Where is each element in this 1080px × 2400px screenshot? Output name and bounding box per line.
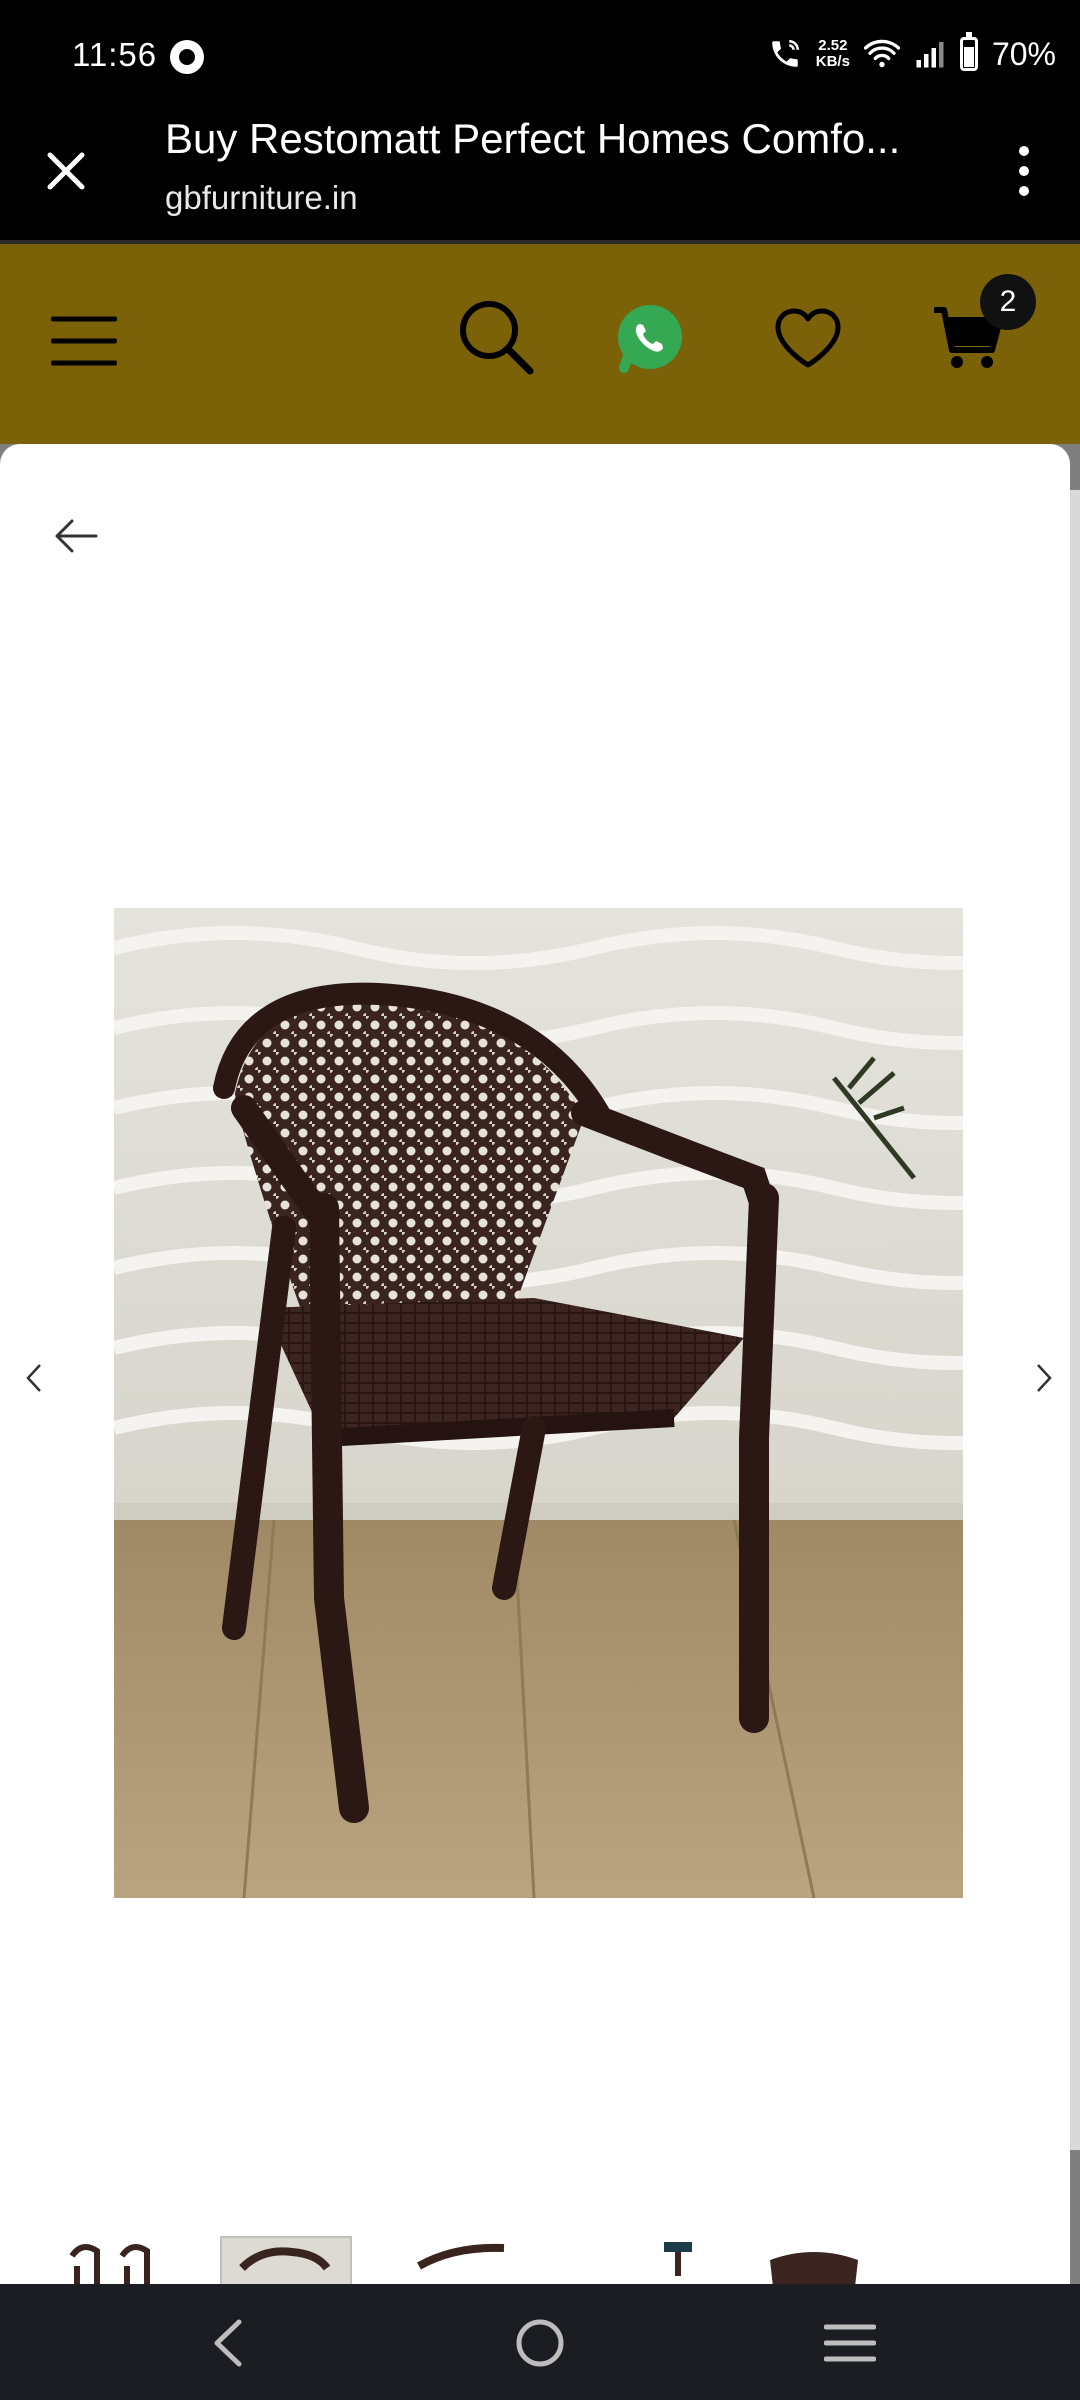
thumbnail-strip — [0, 2236, 1070, 2284]
network-speed-unit: KB/s — [815, 53, 850, 70]
status-icons: 2.52 KB/s 70% — [768, 32, 1056, 74]
thumbnail-1[interactable] — [62, 2236, 162, 2284]
network-speed-value: 2.52 — [818, 37, 848, 54]
thumbnail-5[interactable] — [764, 2236, 864, 2284]
battery-percent: 70% — [991, 35, 1056, 72]
system-recents-button[interactable] — [810, 2308, 890, 2378]
chevron-left-icon — [26, 1364, 41, 1392]
menu-icon — [51, 316, 117, 366]
system-nav-bar — [0, 2284, 1080, 2400]
whatsapp-icon — [618, 305, 682, 373]
back-icon — [214, 2319, 242, 2367]
battery-icon — [959, 32, 978, 71]
menu-dot — [1019, 146, 1029, 156]
recents-icon — [824, 2324, 876, 2362]
gallery-next-button[interactable] — [1020, 1348, 1068, 1408]
thumbnail-3[interactable] — [414, 2236, 514, 2284]
overflow-menu-button[interactable] — [994, 133, 1054, 209]
lightbox-back-button[interactable] — [40, 500, 112, 572]
menu-dot — [1019, 166, 1029, 176]
menu-dot — [1019, 186, 1029, 196]
page-domain: gbfurniture.in — [165, 179, 358, 216]
arrow-left-icon — [55, 519, 98, 553]
chevron-right-icon — [1037, 1364, 1052, 1392]
thumbnail-4[interactable] — [660, 2236, 696, 2284]
system-home-button[interactable] — [500, 2308, 580, 2378]
gallery-prev-button[interactable] — [10, 1348, 58, 1408]
page-title: Buy Restomatt Perfect Homes Comfo... — [165, 115, 901, 162]
network-speed: 2.52 KB/s — [816, 38, 850, 70]
system-back-button[interactable] — [188, 2308, 268, 2378]
cart-count-badge: 2 — [980, 274, 1036, 330]
thumbnail-2[interactable] — [220, 2236, 352, 2284]
chair-photo — [114, 908, 963, 1898]
close-icon — [47, 152, 85, 190]
search-button[interactable] — [455, 296, 537, 378]
notification-app-icon — [170, 40, 204, 74]
heart-icon — [775, 308, 841, 368]
status-time: 11:56 — [72, 36, 158, 73]
image-lightbox — [0, 444, 1070, 2284]
home-icon — [516, 2319, 564, 2367]
hamburger-menu-button[interactable] — [44, 306, 124, 376]
signal-icon — [914, 39, 946, 69]
wishlist-button[interactable] — [768, 298, 848, 378]
close-tab-button[interactable] — [28, 133, 104, 209]
search-icon — [460, 301, 534, 375]
site-nav-bar — [0, 244, 1080, 444]
browser-header: Buy Restomatt Perfect Homes Comfo... gbf… — [0, 113, 1080, 243]
page-scrollbar[interactable] — [1070, 490, 1080, 2150]
wifi-icon — [863, 38, 900, 70]
status-bar: 11:56 2.52 KB/s 70% — [0, 0, 1080, 113]
wifi-calling-icon — [768, 37, 802, 71]
whatsapp-button[interactable] — [610, 298, 690, 378]
product-image — [114, 908, 963, 1898]
